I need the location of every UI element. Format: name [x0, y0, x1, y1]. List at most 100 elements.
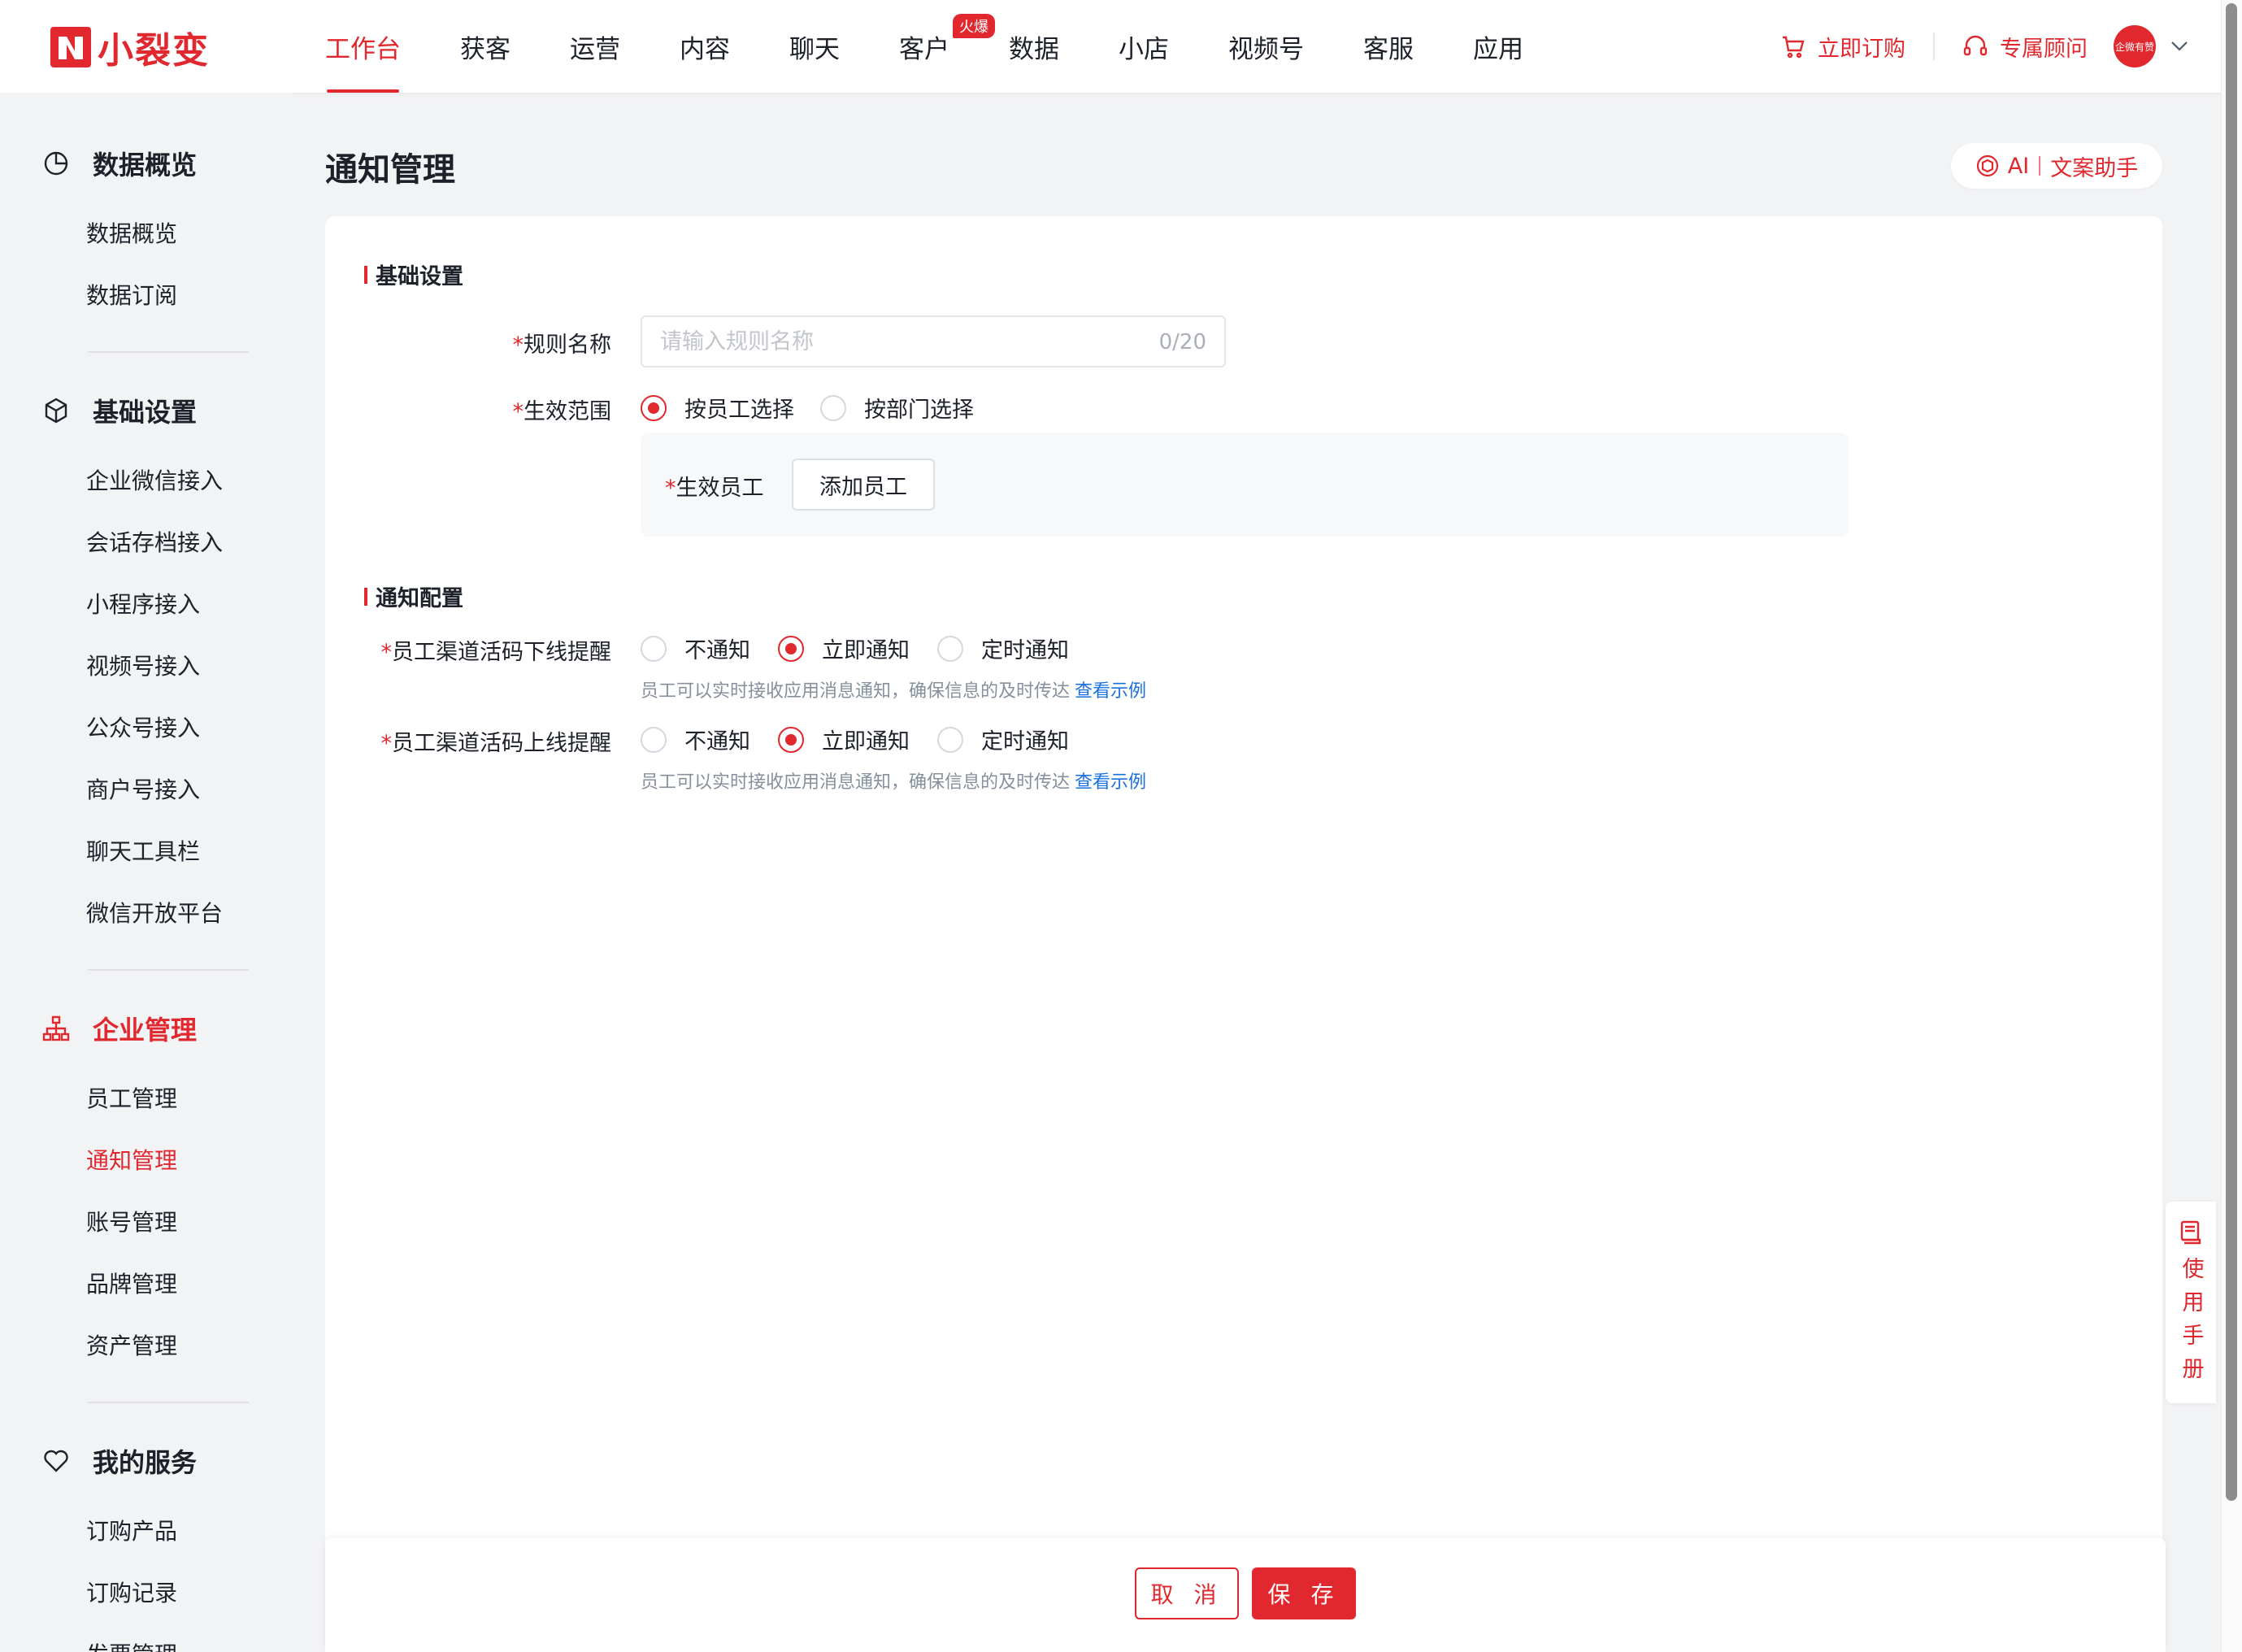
sidebar-item-chat-toolbar[interactable]: 聊天工具栏: [86, 834, 200, 867]
nav-item-acquire[interactable]: 获客: [460, 0, 511, 93]
radio-offline-none[interactable]: 不通知: [641, 633, 750, 664]
radio-label: 定时通知: [981, 729, 1069, 754]
sidebar-group-basic-settings[interactable]: 基础设置: [42, 392, 197, 429]
sidebar-divider: [88, 969, 249, 971]
sidebar-divider: [88, 351, 249, 353]
nav-label: 客服: [1363, 34, 1414, 64]
nav-item-service[interactable]: 客服: [1363, 0, 1414, 93]
radio-label: 按员工选择: [684, 398, 794, 423]
employee-select-panel: *生效员工 添加员工: [641, 433, 1849, 537]
sidebar-item-notification[interactable]: 通知管理: [86, 1143, 177, 1176]
char-counter: 0/20: [1158, 330, 1206, 354]
nav-label: 内容: [680, 34, 730, 64]
nav-item-shop[interactable]: 小店: [1119, 0, 1169, 93]
footer-action-bar: 取 消 保 存: [325, 1538, 2166, 1652]
sidebar-item-orders[interactable]: 订购产品: [86, 1514, 177, 1546]
nav-label: 聊天: [789, 34, 840, 64]
section-title-basic: 基础设置: [364, 259, 463, 290]
nav-label: 工作台: [325, 34, 401, 64]
sidebar-group-data-overview[interactable]: 数据概览: [42, 145, 197, 182]
org-chart-icon: [42, 1015, 70, 1041]
scrollbar[interactable]: [2221, 0, 2242, 1652]
radio-online-immediate[interactable]: 立即通知: [778, 724, 910, 755]
radio-online-scheduled[interactable]: 定时通知: [937, 724, 1069, 755]
order-now-link[interactable]: 立即订购: [1780, 31, 1905, 63]
logo-mark-icon: [50, 27, 91, 67]
sidebar-item-merchant[interactable]: 商户号接入: [86, 772, 200, 805]
add-employee-button[interactable]: 添加员工: [792, 459, 935, 511]
headset-icon: [1963, 35, 1988, 56]
chevron-down-icon[interactable]: [2170, 41, 2188, 52]
sidebar-item-data-subscription[interactable]: 数据订阅: [86, 278, 177, 311]
nav-item-chat[interactable]: 聊天: [789, 0, 840, 93]
avatar[interactable]: 企微有赞: [2114, 25, 2156, 67]
nav-label: 小店: [1119, 34, 1169, 64]
sidebar-item-assets[interactable]: 资产管理: [86, 1328, 177, 1361]
radio-online-none[interactable]: 不通知: [641, 724, 750, 755]
advisor-label: 专属顾问: [2000, 36, 2088, 62]
nav-item-customer[interactable]: 客户 火爆: [899, 0, 995, 93]
sidebar-group-enterprise[interactable]: 企业管理: [42, 1010, 197, 1047]
save-button[interactable]: 保 存: [1252, 1567, 1356, 1619]
view-example-link[interactable]: 查看示例: [1075, 681, 1146, 702]
ai-assistant-label: 文案助手: [2050, 155, 2139, 181]
nav-item-apps[interactable]: 应用: [1473, 0, 1523, 93]
sidebar-group-services[interactable]: 我的服务: [42, 1442, 197, 1480]
user-manual-tab[interactable]: 使用手册: [2166, 1202, 2216, 1403]
divider: [2039, 156, 2041, 176]
nav-item-operate[interactable]: 运营: [570, 0, 620, 93]
sidebar-item-open-platform[interactable]: 微信开放平台: [86, 896, 223, 928]
offline-radio-group: 不通知 立即通知 定时通知: [641, 633, 1097, 664]
heart-icon: [44, 1450, 68, 1472]
offline-reminder-label: *员工渠道活码下线提醒: [380, 640, 612, 665]
radio-unchecked-icon: [820, 394, 846, 421]
nav-item-content[interactable]: 内容: [680, 0, 730, 93]
ai-logo-icon: [1976, 154, 1998, 177]
scope-label: *生效范围: [512, 399, 612, 424]
ai-assistant-button[interactable]: AI 文案助手: [1951, 143, 2162, 189]
radio-checked-icon: [641, 394, 667, 421]
sidebar-item-order-history[interactable]: 订购记录: [86, 1576, 177, 1608]
nav-item-data[interactable]: 数据: [1009, 0, 1059, 93]
rule-name-label: *规则名称: [512, 333, 612, 358]
rule-name-input[interactable]: [642, 317, 1130, 366]
book-icon: [2180, 1220, 2201, 1245]
sidebar-item-archive[interactable]: 会话存档接入: [86, 525, 223, 558]
view-example-link[interactable]: 查看示例: [1075, 772, 1146, 793]
nav-item-channels[interactable]: 视频号: [1228, 0, 1304, 93]
sidebar-item-channels[interactable]: 视频号接入: [86, 649, 200, 681]
employee-label: *生效员工: [665, 476, 764, 501]
radio-by-employee[interactable]: 按员工选择: [641, 392, 794, 424]
online-reminder-label: *员工渠道活码上线提醒: [380, 731, 612, 756]
scrollbar-thumb[interactable]: [2226, 3, 2237, 1501]
sidebar-item-account[interactable]: 账号管理: [86, 1205, 177, 1237]
cancel-button[interactable]: 取 消: [1135, 1567, 1239, 1619]
offline-hint: 员工可以实时接收应用消息通知，确保信息的及时传达 查看示例: [641, 681, 1147, 702]
sidebar-item-wecom[interactable]: 企业微信接入: [86, 463, 223, 496]
sidebar-divider: [88, 1402, 249, 1403]
pie-chart-icon: [44, 151, 68, 176]
sidebar-item-official-account[interactable]: 公众号接入: [86, 711, 200, 743]
nav-label: 运营: [570, 34, 620, 64]
nav-item-workbench[interactable]: 工作台: [325, 0, 401, 93]
radio-label: 不通知: [684, 729, 750, 754]
order-now-label: 立即订购: [1818, 36, 1905, 62]
ai-label: AI: [2007, 153, 2030, 179]
nav-label: 视频号: [1228, 34, 1304, 64]
radio-unchecked-icon: [641, 726, 667, 753]
sidebar-item-data-overview[interactable]: 数据概览: [86, 216, 177, 249]
nav-label: 数据: [1009, 34, 1059, 64]
sidebar-item-brand[interactable]: 品牌管理: [86, 1267, 177, 1299]
nav-label: 获客: [460, 34, 511, 64]
sidebar-item-invoices[interactable]: 发票管理: [86, 1637, 177, 1652]
top-right-actions: 立即订购 专属顾问 企微有赞: [1780, 0, 2221, 93]
top-navbar: 小裂变 工作台 获客 运营 内容 聊天 客户 火爆 数据 小店 视频号 客服 应…: [0, 0, 2221, 93]
sidebar-item-miniprogram[interactable]: 小程序接入: [86, 587, 200, 620]
radio-offline-immediate[interactable]: 立即通知: [778, 633, 910, 664]
advisor-link[interactable]: 专属顾问: [1962, 31, 2088, 63]
sidebar-item-staff[interactable]: 员工管理: [86, 1081, 177, 1114]
radio-by-department[interactable]: 按部门选择: [820, 392, 974, 424]
radio-offline-scheduled[interactable]: 定时通知: [937, 633, 1069, 664]
radio-unchecked-icon: [641, 635, 667, 662]
brand-logo[interactable]: 小裂变: [50, 21, 210, 73]
